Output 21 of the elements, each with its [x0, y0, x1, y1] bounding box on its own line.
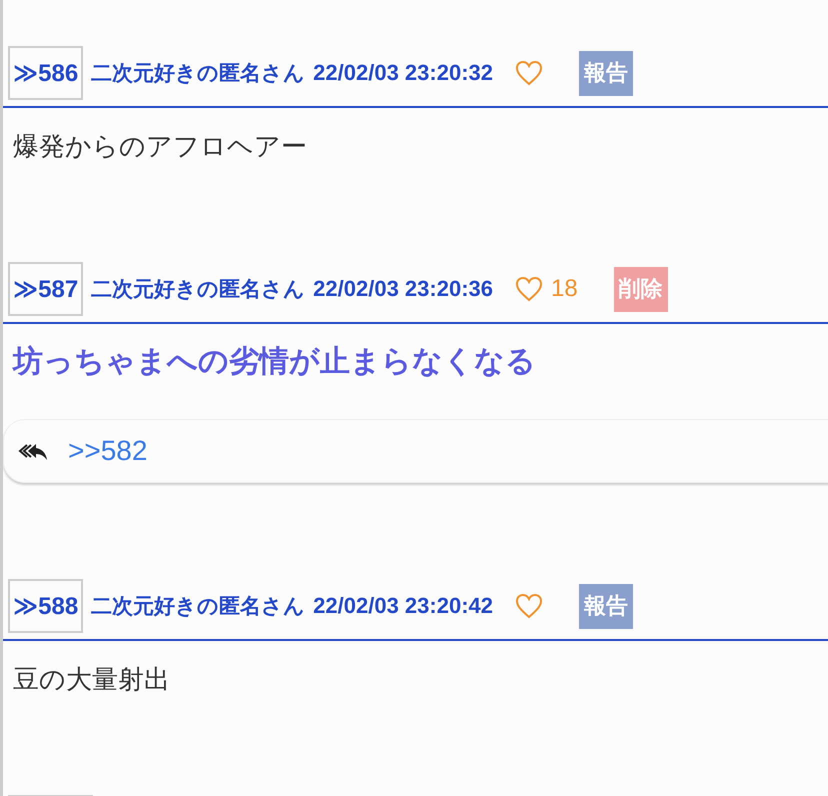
post-date: 22/02/03 23:20:42 — [313, 593, 493, 619]
heart-icon[interactable] — [515, 60, 543, 86]
reply-anchor-link[interactable]: >>582 — [68, 435, 148, 467]
post-action-button[interactable]: 削除 — [614, 266, 668, 312]
author-name: 二次元好きの匿名さん — [91, 277, 306, 303]
heart-icon[interactable] — [515, 276, 543, 302]
author-name: 二次元好きの匿名さん — [91, 594, 306, 620]
post-number-link[interactable]: ≫587 — [8, 262, 84, 316]
heart-icon[interactable] — [515, 593, 543, 619]
post-date: 22/02/03 23:20:36 — [313, 276, 493, 302]
post-number-link[interactable]: ≫588 — [8, 579, 84, 633]
post-date: 22/02/03 23:20:32 — [313, 60, 493, 86]
post-text: 豆の大量射出 — [12, 663, 171, 696]
post-text: 坊っちゃまへの劣情が止まらなくなる — [11, 344, 537, 380]
post-action-button[interactable]: 報告 — [579, 50, 633, 96]
post-action-button[interactable]: 報告 — [579, 584, 633, 628]
author-name: 二次元好きの匿名さん — [91, 61, 306, 87]
reply-all-icon[interactable] — [18, 441, 48, 461]
like-count: 18 — [551, 275, 578, 303]
post-text: 爆発からのアフロヘアー — [12, 130, 308, 163]
post-number-link[interactable]: ≫586 — [8, 46, 84, 100]
